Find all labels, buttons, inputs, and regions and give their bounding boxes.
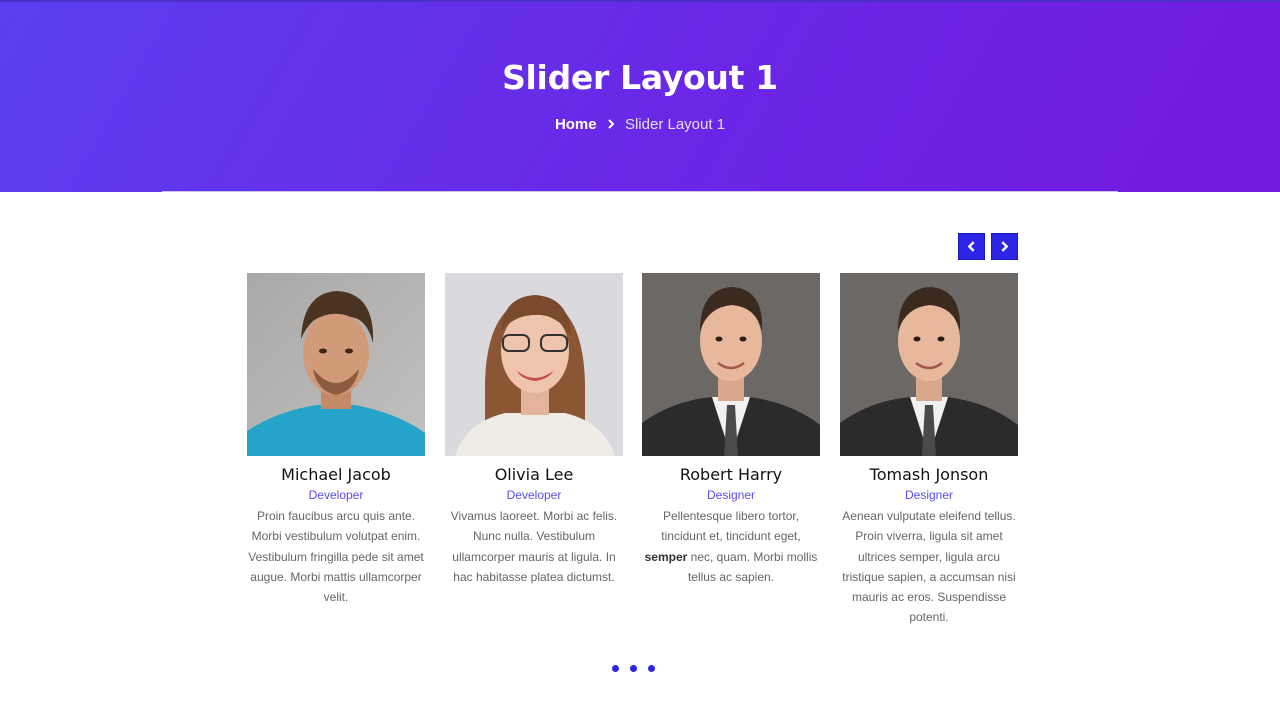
team-member-name: Tomash Jonson — [869, 465, 989, 484]
team-member-bio: Pellentesque libero tortor, tincidunt et… — [644, 509, 818, 584]
slider-pagination — [612, 665, 655, 672]
team-member-role: Designer — [904, 488, 954, 502]
team-member-role: Developer — [506, 488, 562, 502]
team-card: Olivia Lee Developer Vivamus laoreet. Mo… — [445, 273, 623, 587]
team-member-photo — [445, 273, 623, 456]
chevron-left-icon — [967, 241, 975, 252]
team-card: Tomash Jonson Designer Aenean vulputate … — [840, 273, 1018, 628]
team-member-bio: Proin faucibus arcu quis ante. Morbi ves… — [248, 509, 424, 605]
slider-dot[interactable] — [630, 665, 637, 672]
slider-prev-button[interactable] — [958, 233, 985, 260]
page-title: Slider Layout 1 — [502, 58, 778, 97]
slider-next-button[interactable] — [991, 233, 1018, 260]
team-member-photo — [642, 273, 820, 456]
page-header-banner: Slider Layout 1 Home Slider Layout 1 — [0, 0, 1280, 192]
team-member-name: Michael Jacob — [281, 465, 391, 484]
team-card: Robert Harry Designer Pellentesque liber… — [642, 273, 820, 587]
team-member-bio: Vivamus laoreet. Morbi ac felis. Nunc nu… — [450, 509, 618, 584]
divider — [162, 191, 1118, 192]
team-member-name: Olivia Lee — [494, 465, 574, 484]
breadcrumb-home-link[interactable]: Home — [555, 116, 597, 133]
slider-dot[interactable] — [612, 665, 619, 672]
team-member-role: Designer — [706, 488, 756, 502]
team-member-name: Robert Harry — [679, 465, 783, 484]
slider-dot[interactable] — [648, 665, 655, 672]
team-member-bio: Aenean vulputate eleifend tellus. Proin … — [842, 509, 1016, 625]
chevron-right-icon — [1001, 241, 1009, 252]
team-card: Michael Jacob Developer Proin faucibus a… — [247, 273, 425, 607]
breadcrumb: Home Slider Layout 1 — [0, 116, 1280, 133]
breadcrumb-current: Slider Layout 1 — [624, 116, 726, 133]
team-member-photo — [247, 273, 425, 456]
team-member-photo — [840, 273, 1018, 456]
breadcrumb-separator-icon — [607, 116, 615, 133]
team-member-role: Developer — [308, 488, 364, 502]
